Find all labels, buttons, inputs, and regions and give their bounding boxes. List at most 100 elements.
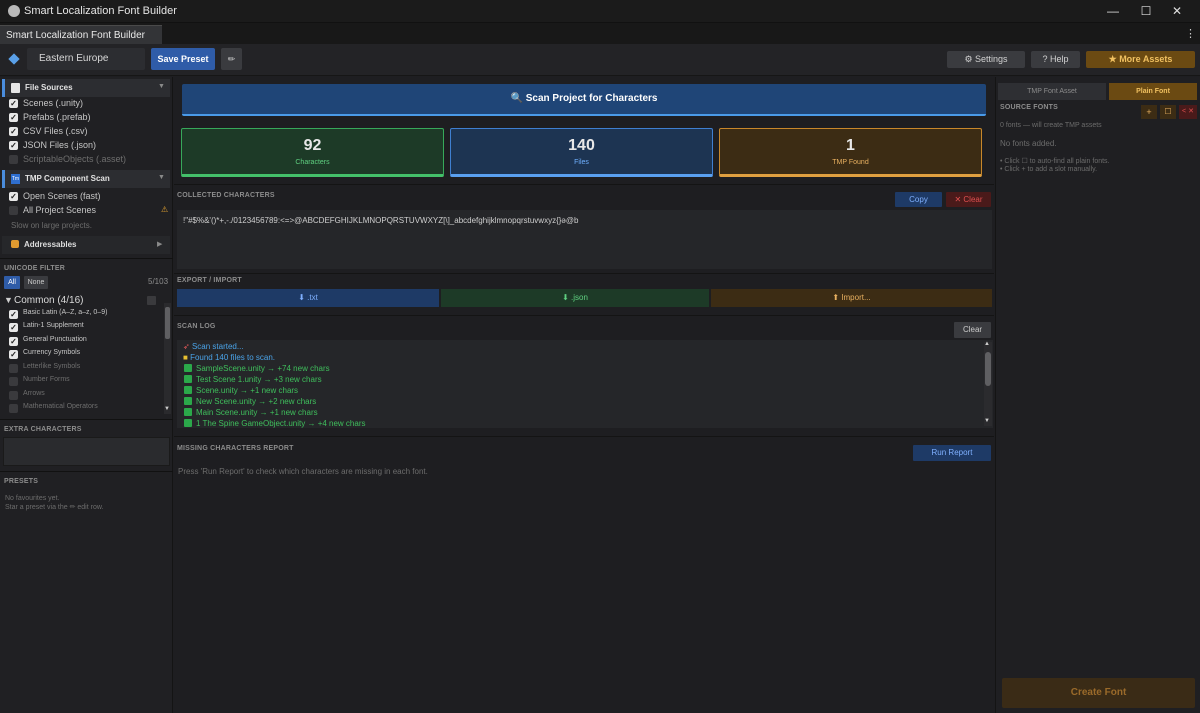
- chevron-down-icon[interactable]: ▼: [158, 83, 165, 90]
- hint-auto-find: • Click ☐ to auto-find all plain fonts.: [1000, 158, 1110, 165]
- extra-characters-input[interactable]: [3, 437, 170, 466]
- export-txt-button[interactable]: ⬇ .txt: [177, 289, 439, 307]
- checkbox-json[interactable]: ✓ JSON Files (.json): [6, 139, 166, 153]
- checkbox-prefabs[interactable]: ✓ Prefabs (.prefab): [6, 111, 166, 125]
- check-icon: ✓: [9, 323, 18, 332]
- checkbox-scriptableobjects[interactable]: ✓ScriptableObjects (.asset): [6, 153, 166, 167]
- check-icon: ✓: [9, 364, 18, 373]
- checkbox-basic-latin[interactable]: ✓ Basic Latin (A–Z, a–z, 0–9): [6, 308, 156, 322]
- checkbox-math-operators[interactable]: ✓Mathematical Operators: [6, 402, 156, 416]
- tab-tmp-font-asset[interactable]: TMP Font Asset: [998, 83, 1106, 100]
- checkbox-open-scenes[interactable]: ✓ Open Scenes (fast): [6, 190, 166, 204]
- tmp-scan-title: TMP Component Scan: [25, 174, 110, 183]
- collected-characters-text[interactable]: !"#$%&'()*+,-./0123456789:<=>@ABCDEFGHIJ…: [177, 210, 992, 269]
- diamond-icon[interactable]: [6, 51, 22, 67]
- log-line: ➶ Scan started...: [183, 342, 244, 351]
- stat-tmp-found: 1 TMP Found: [719, 128, 982, 177]
- log-line: Main Scene.unity → +1 new chars: [184, 408, 318, 419]
- star-icon: ★: [1108, 54, 1120, 64]
- unicode-count: 5/103: [148, 277, 169, 286]
- group-checkbox[interactable]: [147, 296, 156, 305]
- toolbar: Eastern Europe Save Preset ✏ ⚙ Settings …: [0, 44, 1200, 76]
- export-json-button[interactable]: ⬇ .json: [441, 289, 709, 307]
- scroll-down-icon[interactable]: ▼: [164, 406, 170, 412]
- slow-warning-text: Slow on large projects.: [11, 221, 92, 230]
- scan-log-panel[interactable]: ➶ Scan started... ■ Found 140 files to s…: [177, 340, 993, 428]
- export-import-title: EXPORT / IMPORT: [177, 277, 242, 284]
- divider: [0, 258, 173, 259]
- check-icon: [184, 375, 192, 383]
- fonts-info-text: 0 fonts — will create TMP assets: [1000, 122, 1102, 129]
- add-font-button[interactable]: +: [1141, 105, 1157, 119]
- scrollbar-thumb[interactable]: [985, 352, 991, 386]
- checkbox-latin1[interactable]: ✓ Latin-1 Supplement: [6, 321, 156, 335]
- no-fonts-text: No fonts added.: [1000, 139, 1057, 148]
- create-font-button[interactable]: Create Font: [1002, 678, 1195, 708]
- check-icon: ✓: [9, 310, 18, 319]
- missing-report-title: MISSING CHARACTERS REPORT: [177, 445, 294, 452]
- check-icon: [184, 408, 192, 416]
- right-panel: TMP Font Asset Plain Font SOURCE FONTS +…: [995, 77, 1200, 713]
- file-sources-header[interactable]: File Sources ▼: [2, 79, 170, 97]
- stat-files: 140 Files: [450, 128, 713, 177]
- none-button[interactable]: None: [24, 276, 48, 289]
- edit-preset-icon[interactable]: ✏: [221, 48, 242, 70]
- clear-log-button[interactable]: Clear: [954, 322, 991, 338]
- help-button[interactable]: ? Help: [1031, 51, 1080, 68]
- checkbox-currency[interactable]: ✓ Currency Symbols: [6, 348, 156, 362]
- group-common[interactable]: ▼ Common (4/16): [4, 294, 162, 307]
- checkbox-letterlike[interactable]: ✓Letterlike Symbols: [6, 362, 156, 376]
- remove-font-button[interactable]: < ✕: [1179, 105, 1197, 119]
- hint-add-slot: • Click + to add a slot manually.: [1000, 166, 1098, 173]
- search-icon: 🔍: [510, 93, 526, 104]
- auto-find-button[interactable]: ☐: [1160, 105, 1176, 119]
- checkbox-arrows[interactable]: ✓Arrows: [6, 389, 156, 403]
- scrollbar-thumb[interactable]: [165, 307, 170, 339]
- scroll-up-icon[interactable]: ▲: [984, 341, 990, 347]
- checkbox-all-scenes[interactable]: ✓All Project Scenes ⚠: [6, 204, 171, 218]
- check-icon: ✓: [9, 99, 18, 108]
- all-button[interactable]: All: [4, 276, 20, 289]
- tab-font-builder[interactable]: Smart Localization Font Builder: [0, 25, 162, 44]
- more-assets-label: More Assets: [1119, 54, 1173, 64]
- checkbox-general-punct[interactable]: ✓ General Punctuation: [6, 335, 156, 349]
- checkbox-csv[interactable]: ✓ CSV Files (.csv): [6, 125, 166, 139]
- file-icon: [11, 83, 20, 93]
- log-line: SampleScene.unity → +74 new chars: [184, 364, 330, 375]
- tab-plain-font[interactable]: Plain Font: [1109, 83, 1197, 100]
- source-fonts-title: SOURCE FONTS: [1000, 104, 1059, 111]
- run-report-button[interactable]: Run Report: [913, 445, 991, 461]
- chevron-down-icon[interactable]: ▼: [158, 174, 165, 181]
- log-line: Test Scene 1.unity → +3 new chars: [184, 375, 322, 386]
- clear-characters-button[interactable]: ✕ Clear: [946, 192, 991, 207]
- tab-menu-icon[interactable]: ⋮: [1185, 27, 1196, 40]
- presets-empty-text: No favourites yet.: [5, 495, 60, 502]
- check-icon: ✓: [9, 337, 18, 346]
- copy-button[interactable]: Copy: [895, 192, 942, 207]
- checkbox-number-forms[interactable]: ✓Number Forms: [6, 375, 156, 389]
- addressables-header[interactable]: Addressables ▶: [2, 236, 170, 254]
- log-line: 1 The Spine GameObject.unity → +4 new ch…: [184, 419, 366, 428]
- chevron-down-icon: ▼: [4, 295, 13, 305]
- settings-button[interactable]: ⚙ Settings: [947, 51, 1025, 68]
- save-preset-button[interactable]: Save Preset: [151, 48, 215, 70]
- unicode-scrollbar[interactable]: ▼: [164, 303, 171, 414]
- tab-bar: Smart Localization Font Builder ⋮: [0, 23, 1200, 44]
- check-icon: [184, 386, 192, 394]
- chevron-right-icon[interactable]: ▶: [157, 240, 162, 248]
- more-assets-button[interactable]: ★ More Assets: [1086, 51, 1195, 68]
- extra-characters-title: EXTRA CHARACTERS: [4, 426, 82, 433]
- import-button[interactable]: ⬆ Import...: [711, 289, 992, 307]
- log-scrollbar[interactable]: ▲ ▼: [984, 341, 992, 426]
- tmp-scan-header[interactable]: Tm TMP Component Scan ▼: [2, 170, 170, 188]
- tmp-found-label: TMP Found: [832, 159, 869, 166]
- close-button[interactable]: ✕: [1154, 0, 1200, 23]
- preset-dropdown[interactable]: Eastern Europe: [27, 48, 145, 70]
- scroll-down-icon[interactable]: ▼: [984, 418, 990, 424]
- checkbox-scenes[interactable]: ✓ Scenes (.unity): [6, 97, 166, 111]
- characters-count: 92: [303, 137, 322, 154]
- check-icon: ✓: [9, 206, 18, 215]
- folder-icon: ■: [183, 353, 191, 362]
- window-title: Smart Localization Font Builder: [24, 5, 177, 17]
- scan-project-button[interactable]: 🔍 Scan Project for Characters: [182, 84, 986, 116]
